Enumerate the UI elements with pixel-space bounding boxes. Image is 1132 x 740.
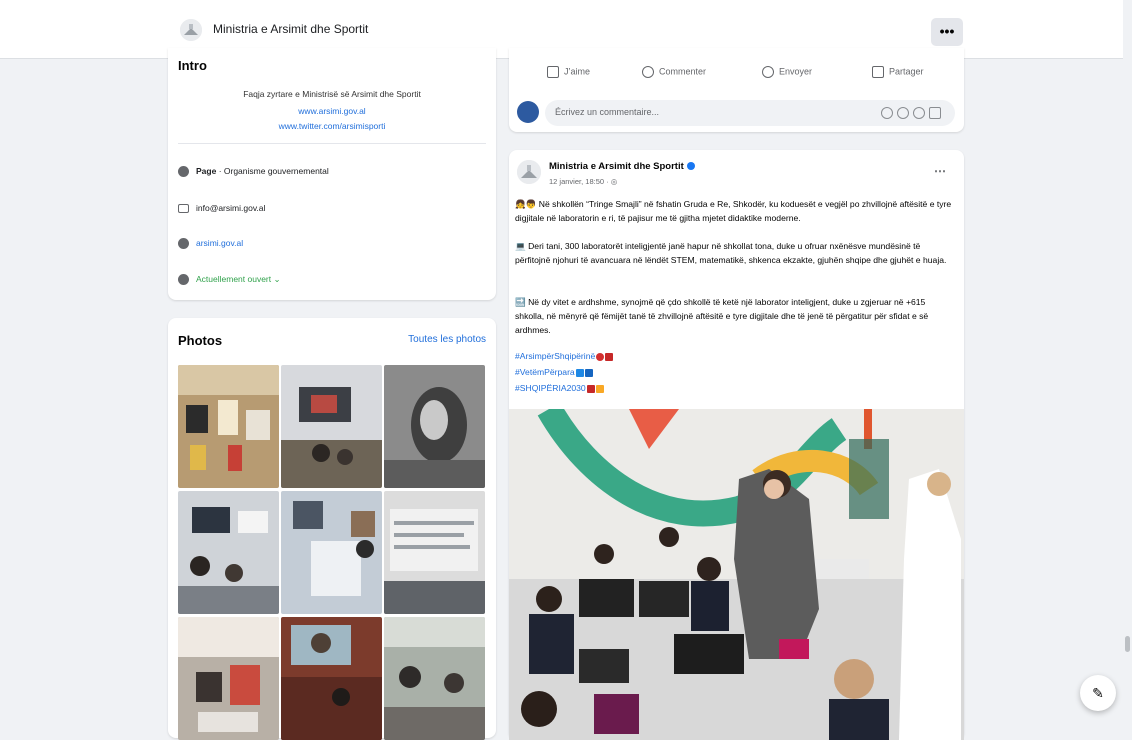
new-message-button[interactable]: ✎ (1080, 675, 1116, 711)
clock-icon (178, 274, 189, 286)
photo-thumbnail[interactable] (281, 365, 382, 488)
see-all-photos-link[interactable]: Toutes les photos (408, 334, 486, 345)
category-value: · Organisme gouvernemental (216, 166, 329, 176)
post-options-icon[interactable]: ⋯ (934, 164, 946, 178)
forward-icon (575, 368, 584, 377)
comment-button[interactable]: Commenter (642, 66, 706, 78)
more-options-button[interactable]: ••• (931, 18, 963, 46)
page-scrollbar[interactable] (1123, 0, 1132, 726)
like-label: J’aime (564, 66, 591, 77)
info-icon (178, 166, 189, 178)
hashtag-text[interactable]: #ArsimpërShqipërinë (515, 351, 595, 361)
open-status[interactable]: Actuellement ouvert ⌄ (196, 274, 281, 284)
previous-post-footer: J’aime Commenter Envoyer Partager Écrive… (509, 48, 964, 132)
comment-placeholder: Écrivez un commentaire... (555, 107, 660, 117)
photos-card: Photos Toutes les photos (168, 318, 496, 740)
hashtag-link[interactable]: #SHQIPËRIA2030 (515, 383, 604, 393)
post-paragraph: 🔜 Në dy vitet e ardhshme, synojmë që çdo… (515, 297, 929, 335)
share-button[interactable]: Partager (872, 66, 924, 78)
photo-thumbnail[interactable] (281, 617, 382, 740)
intro-link-twitter[interactable]: www.twitter.com/arsimisporti (178, 121, 486, 131)
emoji-icon[interactable] (897, 107, 909, 119)
page-logo[interactable] (180, 19, 202, 41)
send-button[interactable]: Envoyer (762, 66, 812, 78)
intro-description: Faqja zyrtare e Ministrisë së Arsimit dh… (243, 89, 421, 99)
like-icon (547, 66, 559, 78)
comment-input[interactable]: Écrivez un commentaire... (545, 100, 955, 126)
post-author-avatar[interactable] (517, 160, 541, 184)
page-name[interactable]: Ministria e Arsimit dhe Sportit (213, 22, 368, 36)
whatsapp-icon (762, 66, 774, 78)
post-author-name[interactable]: Ministria e Arsimit dhe Sportit (549, 161, 684, 172)
category-label: Page (196, 166, 217, 176)
heart-icon (596, 352, 605, 361)
flag-icon (605, 352, 614, 361)
info-row-hours[interactable]: Actuellement ouvert ⌄ (178, 274, 281, 288)
intro-title: Intro (178, 58, 207, 73)
hashtag-link[interactable]: #VetëmPërpara (515, 367, 593, 377)
gif-icon[interactable] (929, 107, 941, 119)
photo-thumbnail[interactable] (384, 491, 485, 614)
scrollbar-thumb[interactable] (1125, 636, 1130, 652)
hashtag-text[interactable]: #VetëmPërpara (515, 367, 575, 377)
comment-label: Commenter (659, 66, 707, 77)
photo-thumbnail[interactable] (178, 365, 279, 488)
post-paragraph: 👧👦 Në shkollën “Tringe Smajli” në fshati… (515, 199, 952, 223)
camera-icon[interactable] (913, 107, 925, 119)
intro-divider (178, 143, 486, 144)
email-icon (178, 204, 189, 214)
user-avatar[interactable] (517, 101, 539, 123)
post-card: Ministria e Arsimit dhe Sportit 12 janvi… (509, 150, 964, 740)
globe-icon (178, 238, 189, 250)
info-row-email[interactable]: info@arsimi.gov.al (178, 203, 265, 217)
hashtag-text[interactable]: #SHQIPËRIA2030 (515, 383, 586, 393)
photo-thumbnail[interactable] (178, 491, 279, 614)
info-row-website[interactable]: arsimi.gov.al (178, 238, 243, 252)
website-link[interactable]: arsimi.gov.al (196, 238, 243, 248)
photo-thumbnail[interactable] (384, 365, 485, 488)
photo-thumbnail[interactable] (178, 617, 279, 740)
share-label: Partager (889, 66, 924, 77)
post-photo[interactable] (509, 409, 964, 740)
like-button[interactable]: J’aime (547, 66, 590, 78)
photo-thumbnail[interactable] (281, 491, 382, 614)
post-timestamp[interactable]: 12 janvier, 18:50 · ◎ (549, 177, 617, 186)
photos-title: Photos (178, 333, 223, 348)
star-icon (595, 384, 604, 393)
post-author[interactable]: Ministria e Arsimit dhe Sportit (549, 161, 695, 172)
intro-card: Intro Faqja zyrtare e Ministrisë së Arsi… (168, 48, 496, 300)
post-paragraph: 💻 Deri tani, 300 laboratorët inteligjent… (515, 241, 947, 265)
verified-badge-icon (686, 162, 695, 171)
photo-thumbnail[interactable] (384, 617, 485, 740)
share-icon (872, 66, 884, 78)
send-label: Envoyer (779, 66, 813, 77)
avatar-sticker-icon[interactable] (881, 107, 893, 119)
email-text[interactable]: info@arsimi.gov.al (196, 203, 265, 213)
comment-icon (642, 66, 654, 78)
hashtag-link[interactable]: #ArsimpërShqipërinë (515, 351, 614, 361)
flag-icon (584, 368, 593, 377)
intro-link-website[interactable]: www.arsimi.gov.al (178, 106, 486, 116)
flag-icon (586, 384, 595, 393)
edit-icon: ✎ (1092, 685, 1104, 701)
info-row-category: Page · Organisme gouvernemental (178, 166, 329, 180)
